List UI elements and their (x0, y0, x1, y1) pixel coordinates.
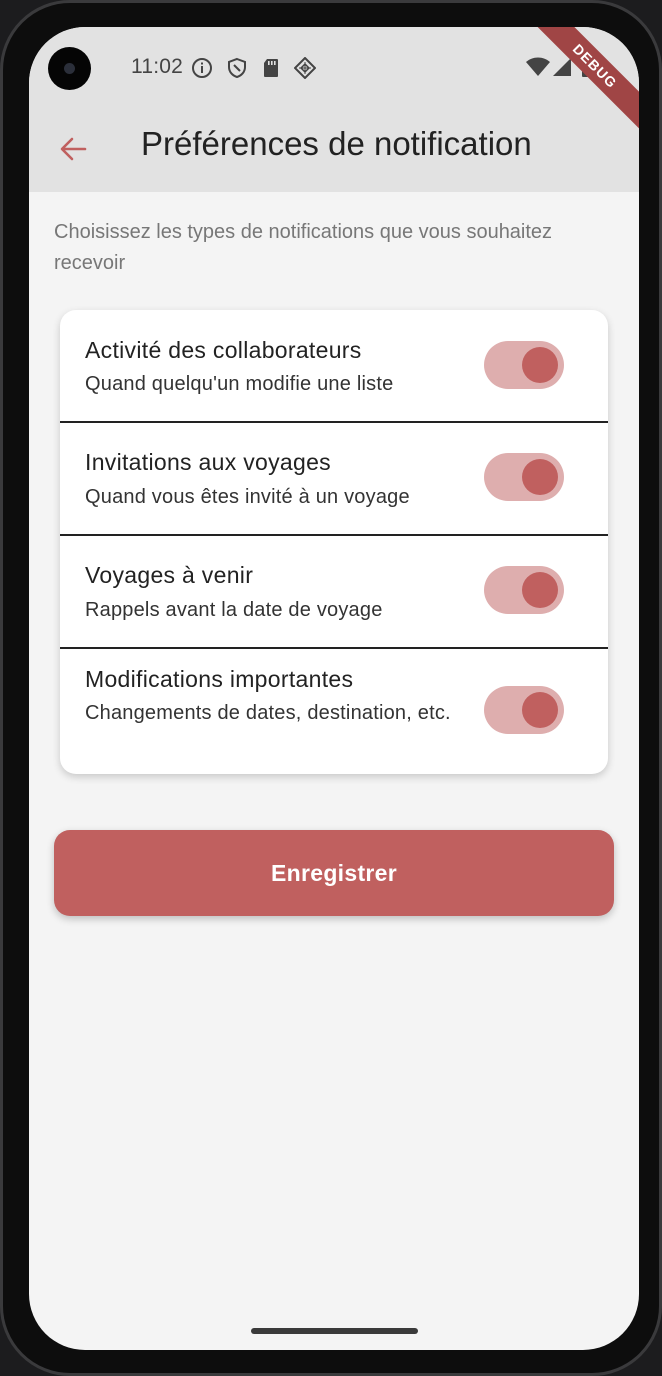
info-icon (192, 58, 212, 78)
back-button[interactable] (53, 129, 93, 169)
front-camera (48, 47, 91, 90)
home-indicator[interactable] (251, 1328, 418, 1334)
cast-icon (294, 57, 316, 79)
invitations-toggle[interactable] (484, 453, 564, 501)
app-bar: 11:02 DEBUG Préférences de notification (29, 27, 639, 192)
preference-title: Activité des collaborateurs (85, 337, 362, 363)
preference-subtitle: Quand quelqu'un modifie une liste (85, 373, 394, 395)
preference-title: Voyages à venir (85, 562, 254, 588)
preference-title: Modifications importantes (85, 666, 354, 692)
arrow-left-icon (60, 137, 87, 161)
status-time: 11:02 (131, 55, 183, 78)
upcoming-toggle[interactable] (484, 566, 564, 614)
wifi-icon (526, 57, 550, 76)
toggle-thumb (522, 347, 558, 383)
changes-toggle[interactable] (484, 686, 564, 734)
shield-icon (228, 57, 246, 79)
save-button[interactable]: Enregistrer (54, 830, 614, 916)
sd-card-icon (264, 59, 278, 77)
intro-text: Choisissez les types de notifications qu… (54, 221, 553, 274)
preference-row-changes: Modifications importantes Changements de… (60, 647, 608, 774)
preference-row-collaborators: Activité des collaborateurs Quand quelqu… (60, 310, 608, 423)
toggle-thumb (522, 572, 558, 608)
debug-banner: DEBUG (522, 27, 639, 139)
preference-subtitle: Changements de dates, destination, etc. (85, 702, 451, 724)
collaborators-toggle[interactable] (484, 341, 564, 389)
screen: 11:02 DEBUG Préférences de notification … (29, 27, 639, 1350)
preference-title: Invitations aux voyages (85, 449, 331, 475)
preference-row-invitations: Invitations aux voyages Quand vous êtes … (60, 421, 608, 535)
device-frame: 11:02 DEBUG Préférences de notification … (0, 0, 662, 1376)
toggle-thumb (522, 692, 558, 728)
signal-icon (553, 58, 571, 76)
toggle-thumb (522, 459, 558, 495)
page-title: Préférences de notification (141, 125, 532, 162)
preference-row-upcoming: Voyages à venir Rappels avant la date de… (60, 534, 608, 648)
preference-subtitle: Rappels avant la date de voyage (85, 599, 383, 621)
preference-subtitle: Quand vous êtes invité à un voyage (85, 486, 410, 508)
preferences-card: Activité des collaborateurs Quand quelqu… (60, 310, 608, 774)
